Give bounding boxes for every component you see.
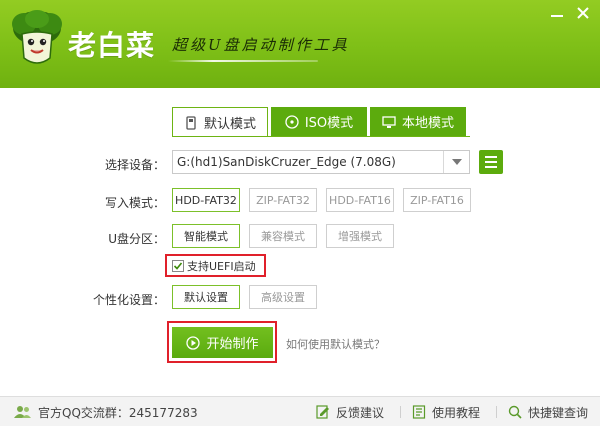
personalize-default[interactable]: 默认设置: [172, 285, 240, 309]
menu-icon[interactable]: [479, 150, 503, 174]
partition-compatible[interactable]: 兼容模式: [249, 224, 317, 248]
start-label: 开始制作: [206, 337, 259, 352]
partition-label: U盘分区：: [108, 232, 165, 246]
book-icon: [412, 405, 426, 419]
shortcut-text: 快捷键查询: [528, 405, 589, 420]
uefi-label: 支持UEFI启动: [187, 260, 256, 273]
tab-label: 本地模式: [401, 116, 454, 131]
usb-drive-icon: [186, 115, 196, 130]
play-icon: [186, 335, 201, 350]
checkbox-icon[interactable]: [172, 260, 184, 272]
tab-underline: [172, 136, 470, 137]
brand-title: 老白菜: [68, 29, 156, 62]
partition-enhanced[interactable]: 增强模式: [326, 224, 394, 248]
shortcut-link[interactable]: 快捷键查询: [508, 397, 588, 427]
tutorial-link[interactable]: 使用教程: [412, 397, 480, 427]
help-link[interactable]: 如何使用默认模式？: [286, 336, 385, 352]
cabbage-logo-icon: [12, 10, 62, 64]
footer-divider: [400, 406, 401, 418]
write-mode-zip-fat32[interactable]: ZIP-FAT32: [249, 188, 317, 212]
tutorial-text: 使用教程: [432, 405, 481, 420]
write-mode-hdd-fat32[interactable]: HDD-FAT32: [172, 188, 240, 212]
chevron-down-icon[interactable]: [443, 151, 469, 173]
tab-iso-mode[interactable]: ISO模式: [271, 107, 367, 136]
device-label: 选择设备：: [104, 158, 165, 172]
edit-icon: [316, 405, 329, 419]
start-make-button[interactable]: 开始制作: [172, 327, 273, 358]
slogan-underline: [168, 60, 318, 62]
feedback-text: 反馈建议: [336, 405, 385, 420]
qq-group-text: 官方QQ交流群：245177283: [38, 405, 198, 420]
monitor-icon: [382, 115, 396, 128]
tab-label: 默认模式: [203, 117, 256, 132]
qq-group-link[interactable]: 官方QQ交流群：245177283: [14, 397, 198, 427]
personalize-label: 个性化设置：: [92, 293, 165, 307]
uefi-checkbox[interactable]: 支持UEFI启动: [170, 258, 262, 274]
tab-local-mode[interactable]: 本地模式: [370, 107, 466, 136]
write-mode-label: 写入模式：: [104, 196, 165, 210]
minimize-icon[interactable]: [548, 6, 566, 20]
device-value: G:(hd1)SanDiskCruzer_Edge (7.08G): [177, 155, 396, 169]
partition-smart[interactable]: 智能模式: [172, 224, 240, 248]
tab-default-mode[interactable]: 默认模式: [172, 107, 268, 137]
tab-label: ISO模式: [304, 116, 354, 131]
feedback-link[interactable]: 反馈建议: [316, 397, 384, 427]
disc-icon: [285, 114, 299, 129]
device-select[interactable]: G:(hd1)SanDiskCruzer_Edge (7.08G): [172, 150, 470, 174]
search-icon: [508, 405, 522, 419]
write-mode-zip-fat16[interactable]: ZIP-FAT16: [403, 188, 471, 212]
header-banner: 老白菜 超级U盘启动制作工具: [0, 0, 600, 88]
personalize-advanced[interactable]: 高级设置: [249, 285, 317, 309]
slogan-text: 超级U盘启动制作工具: [172, 36, 350, 54]
close-icon[interactable]: [574, 6, 592, 20]
footer-divider: [496, 406, 497, 418]
write-mode-hdd-fat16[interactable]: HDD-FAT16: [326, 188, 394, 212]
footer-bar: 官方QQ交流群：245177283 反馈建议 使用教程 快捷键查询: [0, 396, 600, 426]
group-users-icon: [14, 406, 31, 418]
